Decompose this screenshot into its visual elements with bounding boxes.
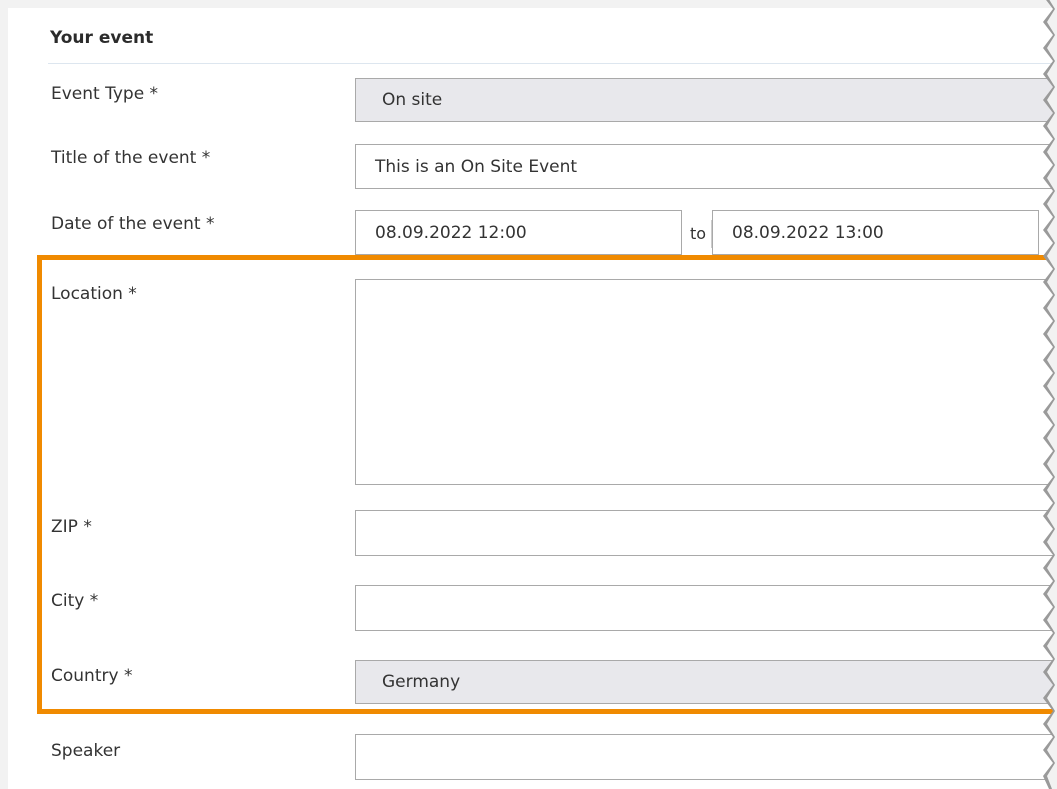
section-title: Your event — [50, 28, 154, 48]
event-type-select[interactable]: On site — [355, 78, 1057, 122]
speaker-input[interactable] — [355, 734, 1057, 780]
speaker-label: Speaker — [51, 741, 121, 761]
country-select[interactable]: Germany — [355, 660, 1057, 704]
country-label: Country * — [51, 666, 133, 686]
country-value: Germany — [382, 672, 461, 692]
event-date-label: Date of the event * — [51, 214, 215, 234]
date-separator-label: to — [690, 220, 713, 248]
event-title-input[interactable]: This is an On Site Event — [355, 144, 1057, 189]
city-input[interactable] — [355, 585, 1057, 631]
location-textarea[interactable] — [355, 279, 1057, 485]
location-label: Location * — [51, 284, 137, 304]
event-type-label: Event Type * — [51, 84, 159, 104]
event-type-value: On site — [382, 90, 443, 110]
date-end-input[interactable]: 08.09.2022 13:00 — [712, 210, 1039, 255]
city-label: City * — [51, 591, 99, 611]
date-start-value: 08.09.2022 12:00 — [375, 222, 527, 243]
event-title-label: Title of the event * — [51, 148, 211, 168]
torn-edge-decoration — [1039, 0, 1057, 789]
date-end-value: 08.09.2022 13:00 — [732, 222, 884, 243]
section-divider — [48, 63, 1057, 64]
zip-label: ZIP * — [51, 517, 92, 537]
zip-input[interactable] — [355, 510, 1057, 556]
date-start-input[interactable]: 08.09.2022 12:00 — [355, 210, 682, 255]
event-title-value: This is an On Site Event — [375, 156, 578, 177]
